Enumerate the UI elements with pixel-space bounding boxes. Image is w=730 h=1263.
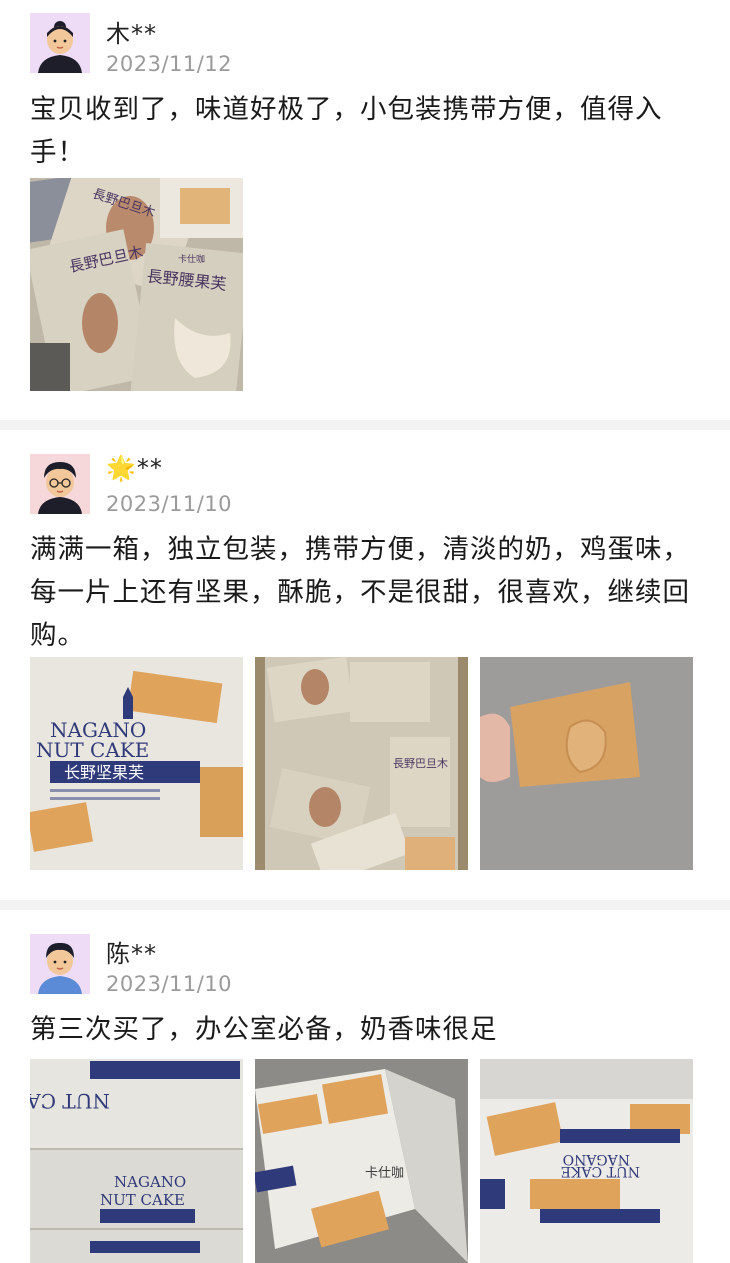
review-text: 满满一箱，独立包装，携带方便，清淡的奶，鸡蛋味，每一片上还有坚果，酥脆，不是很甜… <box>30 534 690 651</box>
review-card: 木** 2023/11/12 宝贝收到了，味道好极了，小包装携带方便，值得入手！… <box>0 0 730 420</box>
review-text: 第三次买了，办公室必备，奶香味很足 <box>30 1014 498 1045</box>
package-logo: 卡仕咖 <box>178 253 205 265</box>
divider <box>0 420 730 430</box>
review-text: 宝贝收到了，味道好极了，小包装携带方便，值得入手！ <box>30 94 663 168</box>
review-photo[interactable] <box>480 657 693 870</box>
username: 🌟** <box>106 454 163 482</box>
username-text: ** <box>136 454 163 482</box>
username: 木** <box>106 20 157 48</box>
box-text: NUT CAKE <box>30 1089 110 1113</box>
review-photo[interactable]: NAGANO NUT CAKE <box>480 1059 693 1263</box>
review-photo[interactable]: NUT CAKE NAGANO NUT CAKE <box>30 1059 243 1263</box>
review-date: 2023/11/12 <box>106 52 233 76</box>
review-card: 🌟** 2023/11/10 满满一箱，独立包装，携带方便，清淡的奶，鸡蛋味，每… <box>0 430 730 900</box>
package-label: 長野巴旦木 <box>393 757 448 770</box>
box-text: 长野坚果芙 <box>64 763 144 782</box>
review-date: 2023/11/10 <box>106 972 233 996</box>
review-photo[interactable]: 長野巴旦木 長野腰果芙 長野巴旦木 卡仕咖 <box>30 178 243 391</box>
username: 陈** <box>106 940 157 968</box>
avatar[interactable] <box>30 454 90 514</box>
box-text: NAGANO <box>114 1173 186 1191</box>
box-text: NUT CAKE <box>36 738 149 762</box>
package-logo: 卡仕咖 <box>365 1166 404 1181</box>
star-emoji-icon: 🌟 <box>106 454 137 482</box>
review-photo[interactable]: 卡仕咖 <box>255 1059 468 1263</box>
review-card: 陈** 2023/11/10 第三次买了，办公室必备，奶香味很足 NUT CAK… <box>0 910 730 1263</box>
divider <box>0 900 730 910</box>
review-photo[interactable]: NAGANO NUT CAKE 长野坚果芙 <box>30 657 243 870</box>
review-photo[interactable]: 長野巴旦木 <box>255 657 468 870</box>
avatar[interactable] <box>30 934 90 994</box>
box-text: NUT CAKE <box>561 1163 640 1179</box>
review-date: 2023/11/10 <box>106 492 233 516</box>
box-text: NUT CAKE <box>100 1191 185 1209</box>
avatar[interactable] <box>30 13 90 73</box>
